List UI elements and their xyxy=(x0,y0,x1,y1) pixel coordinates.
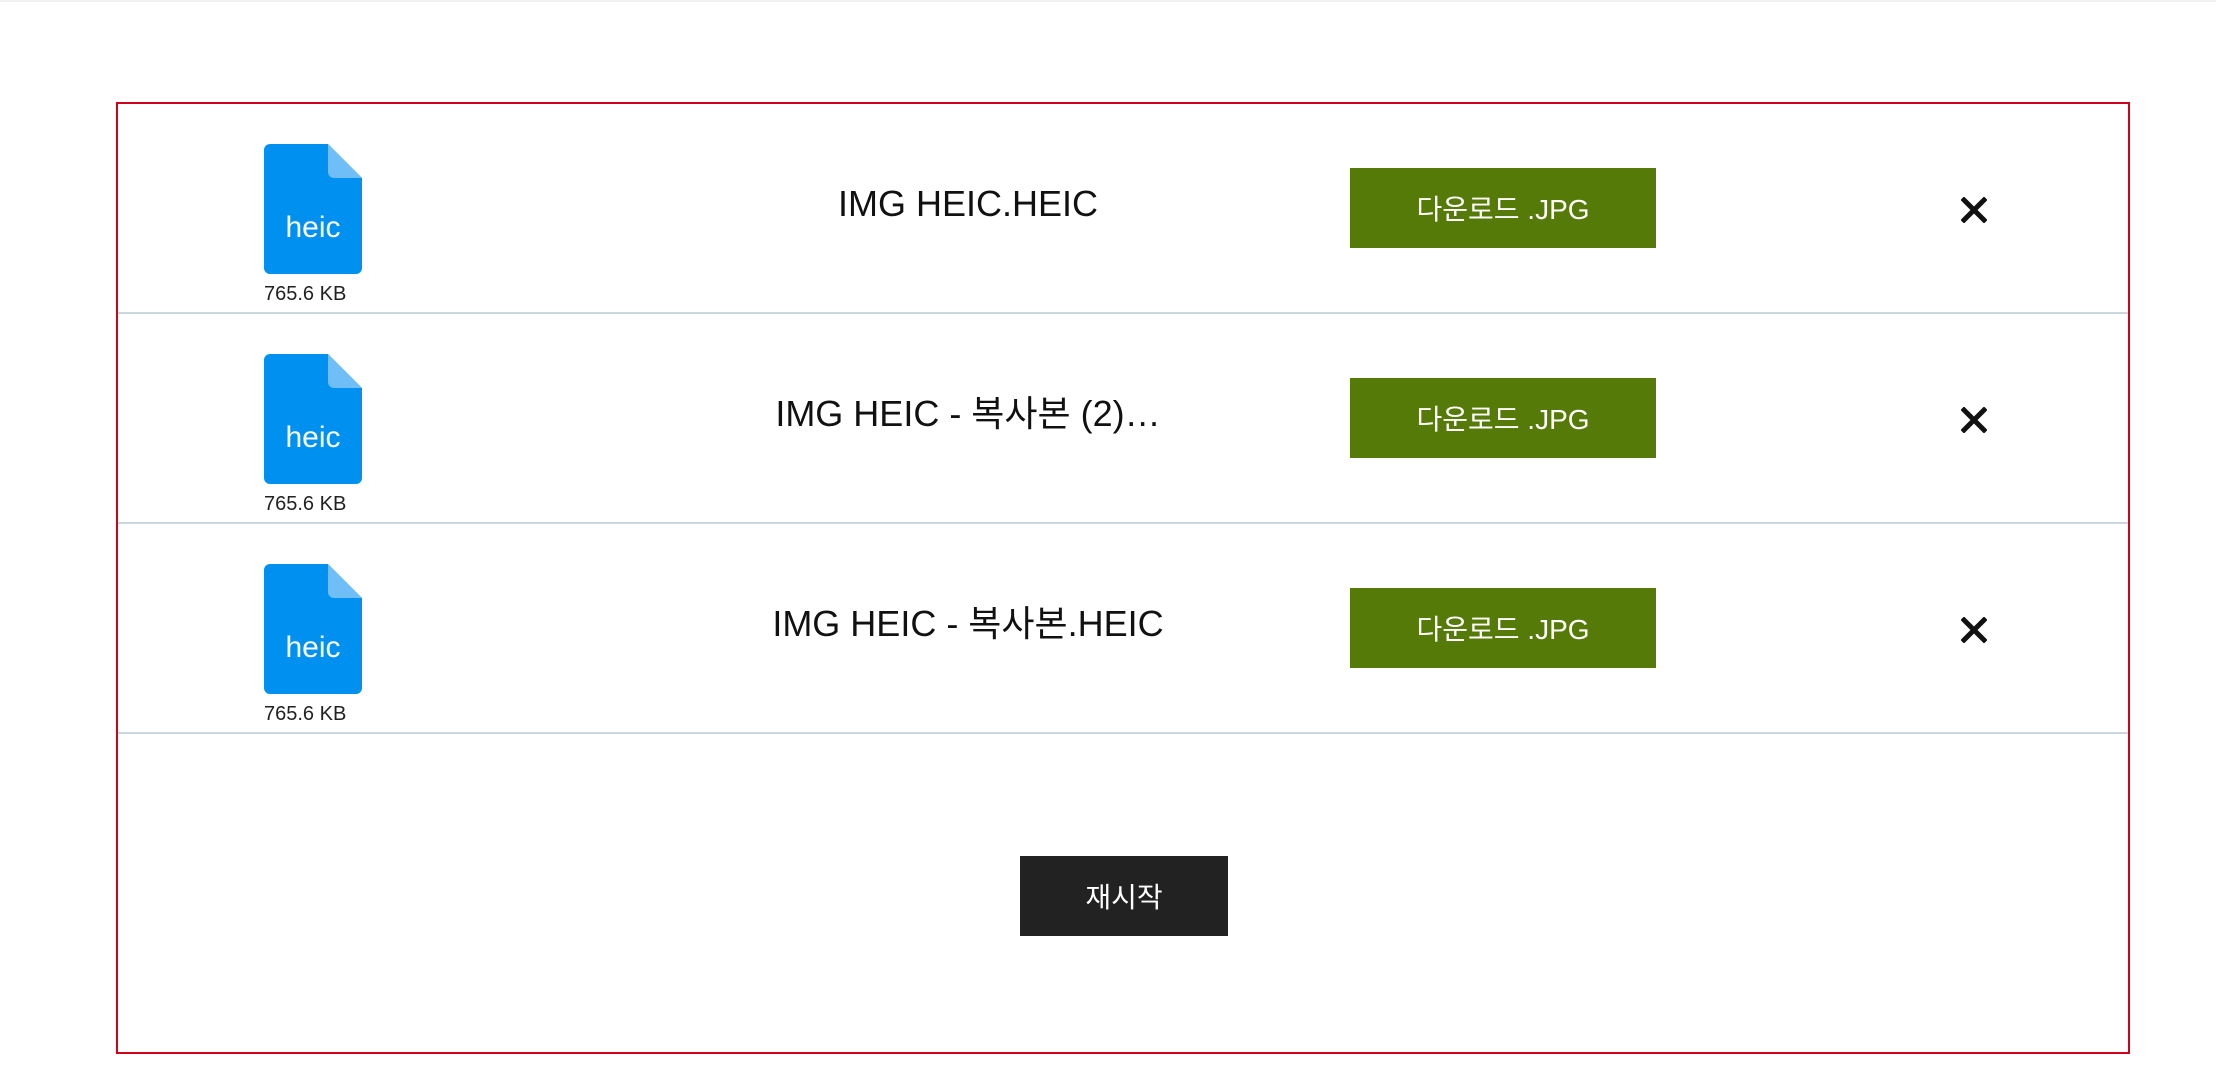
close-icon xyxy=(1961,197,1987,223)
file-size: 765.6 KB xyxy=(264,703,347,725)
download-jpg-button[interactable]: 다운로드 .JPG xyxy=(1350,378,1656,458)
file-size: 765.6 KB xyxy=(264,283,347,305)
close-icon xyxy=(1961,617,1987,643)
download-jpg-button[interactable]: 다운로드 .JPG xyxy=(1350,588,1656,668)
remove-file-button[interactable] xyxy=(1950,396,1998,444)
heic-file-icon: heic xyxy=(264,564,362,694)
file-extension-label: heic xyxy=(285,631,341,664)
file-extension-label: heic xyxy=(285,421,341,454)
file-row: heic 765.6 KB IMG HEIC - 복사본 (2)… 다운로드 .… xyxy=(118,314,2128,524)
remove-file-button[interactable] xyxy=(1950,186,1998,234)
close-icon xyxy=(1961,407,1987,433)
file-size: 765.6 KB xyxy=(264,493,347,515)
download-jpg-button[interactable]: 다운로드 .JPG xyxy=(1350,168,1656,248)
file-name: IMG HEIC.HEIC xyxy=(837,183,1098,224)
file-name: IMG HEIC - 복사본 (2)… xyxy=(775,393,1161,434)
heic-file-icon: heic xyxy=(264,144,362,274)
file-row: heic 765.6 KB IMG HEIC.HEIC 다운로드 .JPG xyxy=(118,104,2128,314)
remove-file-button[interactable] xyxy=(1950,606,1998,654)
top-edge xyxy=(0,0,2216,2)
file-name: IMG HEIC - 복사본.HEIC xyxy=(772,603,1164,644)
file-row: heic 765.6 KB IMG HEIC - 복사본.HEIC 다운로드 .… xyxy=(118,524,2128,734)
restart-button[interactable]: 재시작 xyxy=(1020,856,1228,936)
heic-file-icon: heic xyxy=(264,354,362,484)
conversion-results-panel: heic 765.6 KB IMG HEIC.HEIC 다운로드 .JPG he… xyxy=(116,102,2130,1054)
file-extension-label: heic xyxy=(285,211,341,244)
